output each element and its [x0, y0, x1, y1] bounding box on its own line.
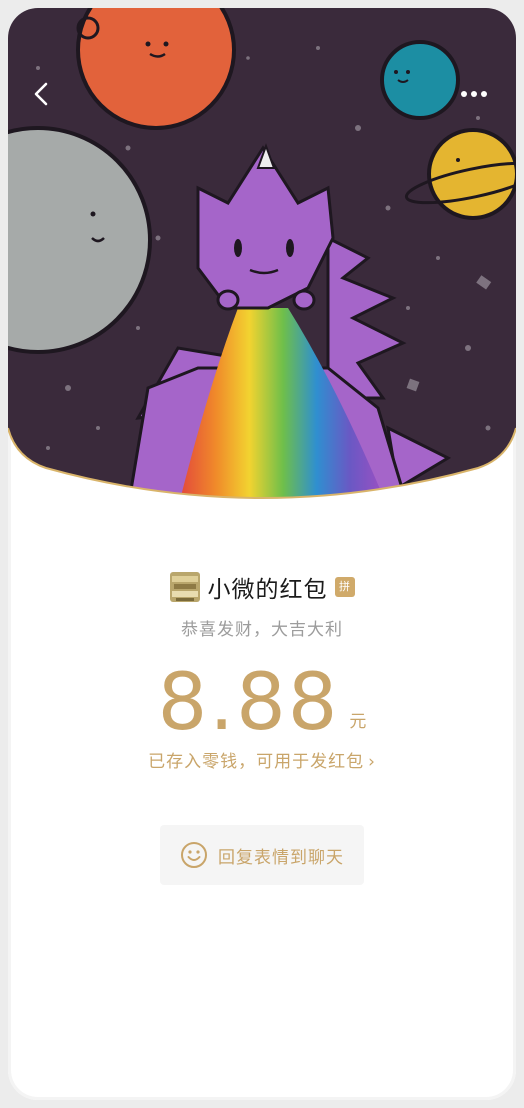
more-options-button[interactable]: [454, 78, 494, 110]
currency-unit: 元: [349, 712, 367, 732]
reply-sticker-button[interactable]: 回复表情到聊天: [160, 825, 364, 885]
deposit-link[interactable]: 已存入零钱，可用于发红包 ›: [8, 747, 516, 772]
reply-button-label: 回复表情到聊天: [218, 847, 344, 868]
deposit-note: 已存入零钱，可用于发红包: [148, 752, 365, 772]
dragon-space-illustration: [8, 8, 516, 499]
amount-row: 8.88 元: [8, 658, 516, 748]
pin-badge: 拼: [334, 577, 355, 597]
sender-title: 小微的红包: [207, 577, 328, 603]
more-dots-icon: [461, 91, 487, 97]
smiley-icon: [181, 842, 207, 868]
sender-title-row: 小微的红包 拼: [8, 570, 516, 604]
red-packet-detail-screen: 小微的红包 拼 恭喜发财，大吉大利 8.88 元 已存入零钱，可用于发红包 › 回…: [8, 8, 516, 1100]
cover-illustration: [8, 8, 516, 508]
chevron-left-icon: [34, 82, 48, 106]
chevron-right-icon: ›: [368, 752, 376, 772]
wish-text: 恭喜发财，大吉大利: [181, 620, 343, 640]
back-button[interactable]: [26, 78, 58, 110]
avatar: [169, 572, 200, 602]
amount-value: 8.88: [157, 658, 340, 748]
